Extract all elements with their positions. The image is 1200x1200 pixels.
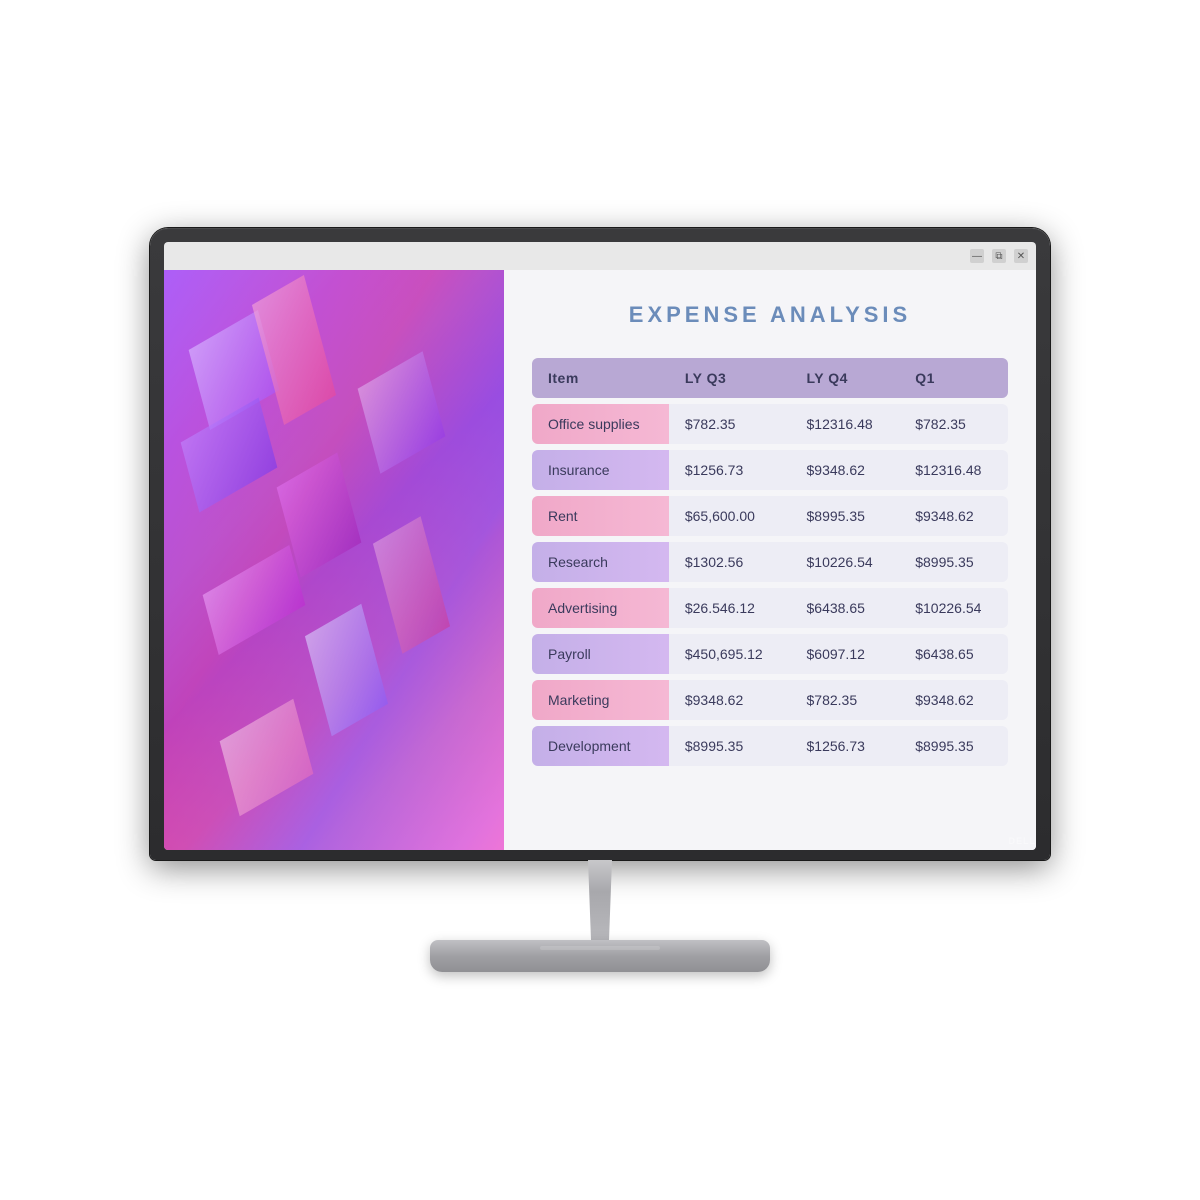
cell-q1: $9348.62 — [899, 496, 1008, 536]
minimize-button[interactable]: — — [970, 249, 984, 263]
cell-lyq4: $6097.12 — [791, 634, 900, 674]
cell-q1: $8995.35 — [899, 542, 1008, 582]
cell-q1: $9348.62 — [899, 680, 1008, 720]
cell-item: Rent — [532, 496, 669, 536]
decorative-block-7 — [220, 699, 314, 817]
cell-q1: $12316.48 — [899, 450, 1008, 490]
header-q1: Q1 — [899, 358, 1008, 398]
cell-lyq4: $6438.65 — [791, 588, 900, 628]
table-row: Insurance $1256.73 $9348.62 $12316.48 — [532, 450, 1008, 490]
decorative-block-9 — [373, 516, 450, 654]
cell-item: Advertising — [532, 588, 669, 628]
cell-item: Office supplies — [532, 404, 669, 444]
cell-lyq3: $450,695.12 — [669, 634, 791, 674]
cell-lyq3: $26.546.12 — [669, 588, 791, 628]
screen-left-decoration — [164, 270, 504, 850]
title-bar: — ⧉ ✕ — [164, 242, 1036, 270]
monitor-bezel: — ⧉ ✕ Exp — [150, 228, 1050, 860]
close-button[interactable]: ✕ — [1014, 249, 1028, 263]
screen: Expense Analysis Item LY Q3 LY Q4 Q1 Off… — [164, 270, 1036, 850]
report-title: Expense Analysis — [532, 302, 1008, 328]
header-lyq4: LY Q4 — [791, 358, 900, 398]
monitor-wrapper: — ⧉ ✕ Exp — [150, 228, 1050, 972]
decorative-block-2 — [252, 275, 336, 425]
cell-item: Insurance — [532, 450, 669, 490]
cell-item: Research — [532, 542, 669, 582]
decorative-block-5 — [203, 545, 306, 655]
cell-lyq4: $1256.73 — [791, 726, 900, 766]
table-header-row: Item LY Q3 LY Q4 Q1 — [532, 358, 1008, 398]
dell-logo: DELL — [1009, 836, 1037, 846]
cell-lyq4: $9348.62 — [791, 450, 900, 490]
table-row: Advertising $26.546.12 $6438.65 $10226.5… — [532, 588, 1008, 628]
cell-lyq4: $8995.35 — [791, 496, 900, 536]
cell-q1: $8995.35 — [899, 726, 1008, 766]
cell-lyq3: $1256.73 — [669, 450, 791, 490]
cell-q1: $6438.65 — [899, 634, 1008, 674]
expense-table: Item LY Q3 LY Q4 Q1 Office supplies $782… — [532, 352, 1008, 772]
cell-lyq4: $12316.48 — [791, 404, 900, 444]
cell-item: Marketing — [532, 680, 669, 720]
header-lyq3: LY Q3 — [669, 358, 791, 398]
monitor-base — [430, 940, 770, 972]
screen-right-content: Expense Analysis Item LY Q3 LY Q4 Q1 Off… — [504, 270, 1036, 850]
cell-lyq4: $782.35 — [791, 680, 900, 720]
decorative-block-3 — [181, 398, 278, 513]
table-row: Payroll $450,695.12 $6097.12 $6438.65 — [532, 634, 1008, 674]
table-row: Office supplies $782.35 $12316.48 $782.3… — [532, 404, 1008, 444]
decorative-block-8 — [358, 351, 446, 474]
monitor-neck — [570, 860, 630, 940]
restore-button[interactable]: ⧉ — [992, 249, 1006, 263]
cell-lyq4: $10226.54 — [791, 542, 900, 582]
table-row: Research $1302.56 $10226.54 $8995.35 — [532, 542, 1008, 582]
cell-item: Development — [532, 726, 669, 766]
table-row: Marketing $9348.62 $782.35 $9348.62 — [532, 680, 1008, 720]
cell-lyq3: $8995.35 — [669, 726, 791, 766]
header-item: Item — [532, 358, 669, 398]
cell-q1: $10226.54 — [899, 588, 1008, 628]
table-row: Rent $65,600.00 $8995.35 $9348.62 — [532, 496, 1008, 536]
cell-lyq3: $9348.62 — [669, 680, 791, 720]
decorative-block-6 — [305, 604, 388, 737]
blocks-container — [164, 270, 504, 850]
cell-item: Payroll — [532, 634, 669, 674]
cell-q1: $782.35 — [899, 404, 1008, 444]
cell-lyq3: $782.35 — [669, 404, 791, 444]
cell-lyq3: $65,600.00 — [669, 496, 791, 536]
table-row: Development $8995.35 $1256.73 $8995.35 — [532, 726, 1008, 766]
cell-lyq3: $1302.56 — [669, 542, 791, 582]
